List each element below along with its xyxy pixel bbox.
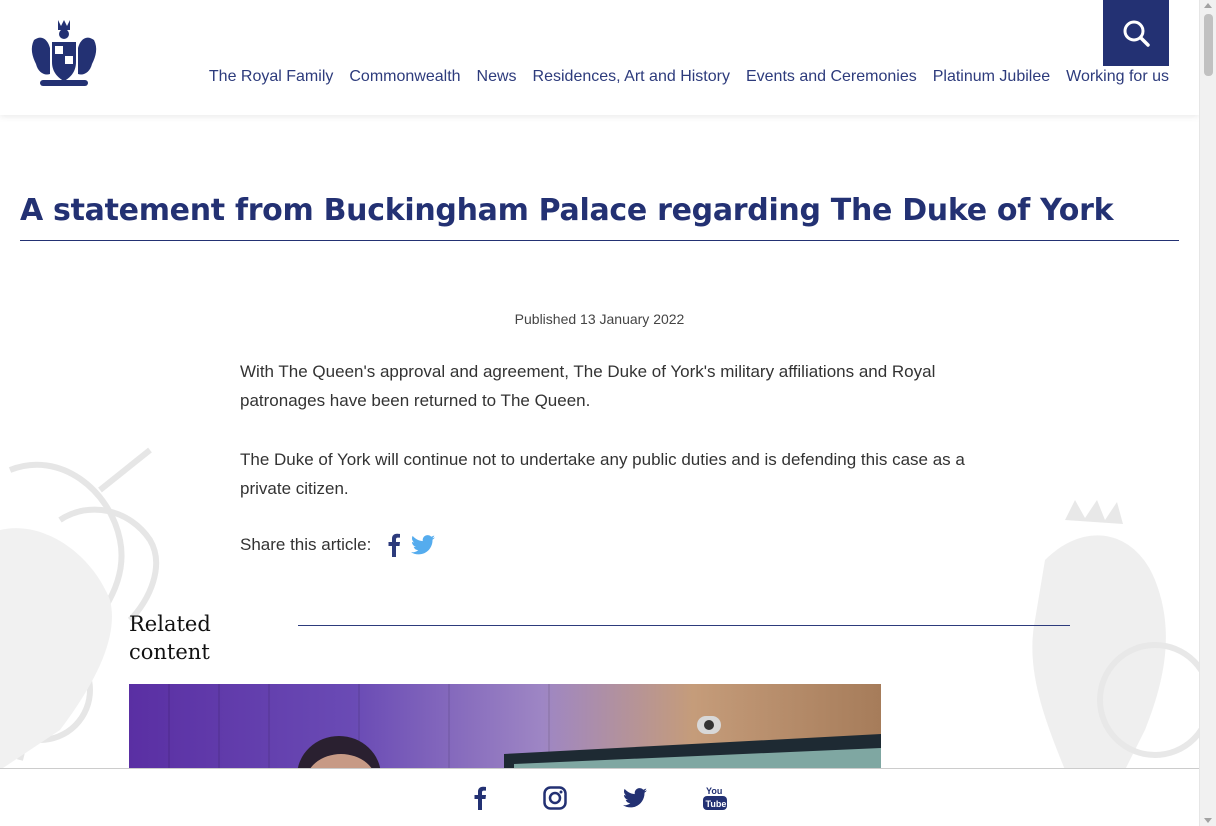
nav-item-residences[interactable]: Residences, Art and History <box>533 68 730 86</box>
youtube-you-text: You <box>706 786 722 796</box>
scroll-down-arrow[interactable] <box>1204 818 1212 823</box>
nav-item-platinum-jubilee[interactable]: Platinum Jubilee <box>933 68 1050 86</box>
share-label: Share this article: <box>240 535 372 554</box>
related-divider <box>298 625 1070 626</box>
facebook-icon[interactable] <box>387 533 401 557</box>
page-title: A statement from Buckingham Palace regar… <box>20 193 1114 228</box>
nav-item-events[interactable]: Events and Ceremonies <box>746 68 917 86</box>
search-button[interactable] <box>1103 0 1169 66</box>
twitter-icon[interactable] <box>622 788 647 808</box>
scroll-thumb[interactable] <box>1204 14 1213 76</box>
youtube-tube-text: Tube <box>705 799 726 809</box>
youtube-icon[interactable]: You Tube <box>702 785 727 811</box>
twitter-icon[interactable] <box>411 535 436 555</box>
vertical-scrollbar[interactable] <box>1199 0 1216 826</box>
article-paragraph: With The Queen's approval and agreement,… <box>240 362 936 410</box>
search-icon <box>1123 20 1150 47</box>
instagram-icon[interactable] <box>542 786 567 810</box>
related-content-heading: Related content <box>129 612 211 664</box>
nav-item-royal-family[interactable]: The Royal Family <box>209 68 333 86</box>
main-nav: The Royal Family Commonwealth News Resid… <box>0 68 1169 86</box>
lion-watermark <box>1032 500 1199 770</box>
site-header: The Royal Family Commonwealth News Resid… <box>0 0 1199 115</box>
social-footer-bar: You Tube <box>0 768 1199 826</box>
scroll-up-arrow[interactable] <box>1204 3 1212 8</box>
nav-item-working-for-us[interactable]: Working for us <box>1066 68 1169 86</box>
published-date: Published 13 January 2022 <box>514 311 685 327</box>
facebook-icon[interactable] <box>473 786 487 810</box>
page: The Royal Family Commonwealth News Resid… <box>0 0 1199 826</box>
article-paragraph: The Duke of York will continue not to un… <box>240 450 965 498</box>
nav-item-news[interactable]: News <box>477 68 517 86</box>
nav-item-commonwealth[interactable]: Commonwealth <box>349 68 460 86</box>
title-divider <box>20 240 1179 241</box>
share-bar: Share this article: <box>240 533 436 557</box>
